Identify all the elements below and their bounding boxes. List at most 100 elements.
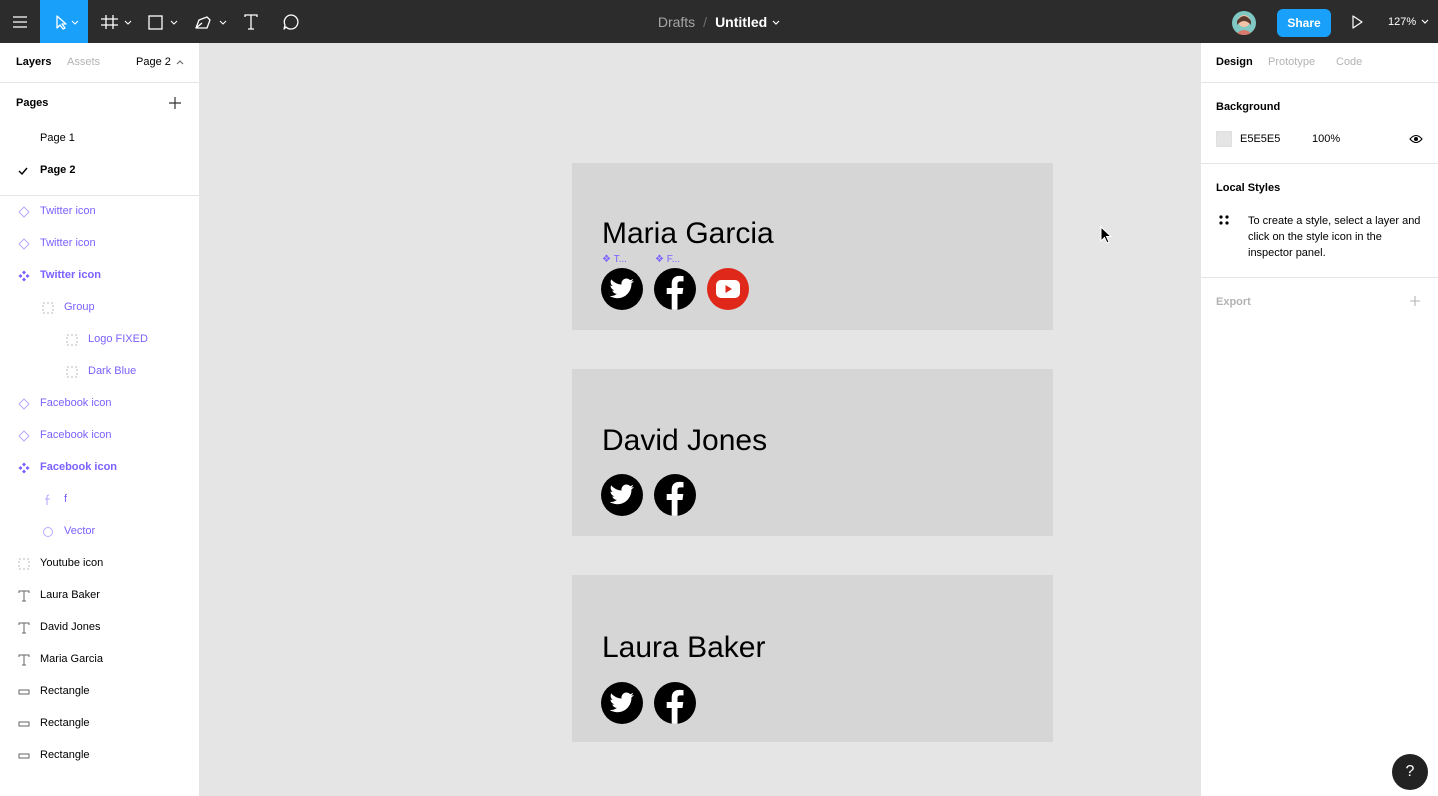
add-page-button[interactable] <box>168 96 184 112</box>
shape-tool-button[interactable] <box>142 0 182 43</box>
layer-label: Maria Garcia <box>40 653 103 665</box>
layer-row[interactable]: Twitter icon <box>0 196 199 228</box>
tab-design[interactable]: Design <box>1216 56 1253 68</box>
text-icon <box>18 654 30 666</box>
group-icon <box>42 302 54 314</box>
profile-card[interactable]: Maria Garcia ❖ T... ❖ F... <box>572 163 1053 330</box>
background-title: Background <box>1216 101 1281 113</box>
layer-row[interactable]: Youtube icon <box>0 548 199 580</box>
text-tool-button[interactable] <box>236 0 266 43</box>
page-switcher[interactable]: Page 2 <box>136 56 184 68</box>
eye-icon[interactable] <box>1409 133 1423 147</box>
layer-label: Facebook icon <box>40 461 118 473</box>
text-icon <box>18 622 30 634</box>
style-icon <box>1218 214 1230 229</box>
layer-row[interactable]: Vector <box>0 516 199 548</box>
layer-label: Laura Baker <box>40 589 100 601</box>
comment-icon <box>282 13 300 31</box>
layer-row[interactable]: Rectangle <box>0 676 199 708</box>
layer-row[interactable]: Maria Garcia <box>0 644 199 676</box>
add-export-button[interactable] <box>1409 295 1421 310</box>
tab-prototype[interactable]: Prototype <box>1268 56 1315 68</box>
chevron-down-icon <box>1421 16 1429 28</box>
mouse-cursor-icon <box>1100 225 1113 247</box>
local-styles-section: Local Styles To create a style, select a… <box>1201 164 1438 278</box>
layer-row[interactable]: Dark Blue <box>0 356 199 388</box>
zoom-level: 127% <box>1388 15 1417 28</box>
layer-label: Rectangle <box>40 685 90 697</box>
pen-icon <box>192 14 228 30</box>
layer-row[interactable]: Group <box>0 292 199 324</box>
breadcrumb-drafts-link[interactable]: Drafts <box>658 14 695 30</box>
layer-label: Rectangle <box>40 717 90 729</box>
youtube-icon[interactable] <box>707 268 749 310</box>
page-switcher-label: Page 2 <box>136 56 171 68</box>
rectangle-icon <box>18 718 30 730</box>
cursor-arrow-icon <box>49 14 79 30</box>
inspector-tabs: Design Prototype Code <box>1201 43 1438 83</box>
twitter-icon[interactable] <box>601 682 643 724</box>
tab-code[interactable]: Code <box>1336 56 1362 68</box>
layer-row[interactable]: Facebook icon <box>0 388 199 420</box>
layer-row[interactable]: f <box>0 484 199 516</box>
help-button[interactable]: ? <box>1392 754 1428 790</box>
main-menu-button[interactable] <box>0 0 40 43</box>
tab-assets[interactable]: Assets <box>67 56 100 68</box>
layer-row[interactable]: Rectangle <box>0 740 199 772</box>
layer-row[interactable]: Laura Baker <box>0 580 199 612</box>
facebook-icon[interactable] <box>654 682 696 724</box>
canvas[interactable]: Maria Garcia ❖ T... ❖ F... David Jones L… <box>200 43 1200 796</box>
card-name[interactable]: Maria Garcia <box>602 217 774 251</box>
layer-row[interactable]: Facebook icon <box>0 452 199 484</box>
pen-tool-button[interactable] <box>190 0 230 43</box>
background-hex-input[interactable]: E5E5E5 <box>1240 133 1280 145</box>
share-button[interactable]: Share <box>1277 9 1331 37</box>
page-item-page-1[interactable]: Page 1 <box>0 123 199 155</box>
user-avatar[interactable] <box>1232 11 1256 35</box>
card-name[interactable]: Laura Baker <box>602 631 765 665</box>
background-swatch[interactable] <box>1216 131 1232 147</box>
comment-tool-button[interactable] <box>276 0 306 43</box>
selection-tag-facebook: ❖ F... <box>655 254 681 265</box>
layer-label: Group <box>64 301 95 313</box>
selection-tag-label: F... <box>666 254 681 265</box>
layer-label: Twitter icon <box>40 269 101 281</box>
layer-label: Dark Blue <box>88 365 137 377</box>
background-opacity-input[interactable]: 100% <box>1312 133 1340 145</box>
twitter-icon[interactable] <box>601 474 643 516</box>
zoom-dropdown[interactable]: 127% <box>1388 0 1429 43</box>
layer-label: Facebook icon <box>40 429 112 441</box>
tab-layers[interactable]: Layers <box>16 56 51 68</box>
layer-label: Vector <box>64 525 96 537</box>
profile-card[interactable]: David Jones <box>572 369 1053 536</box>
frame-icon <box>98 14 134 30</box>
page-label: Page 1 <box>40 132 75 144</box>
file-title[interactable]: Untitled <box>715 14 767 30</box>
component-icon <box>18 270 30 282</box>
layer-row[interactable]: Twitter icon <box>0 260 199 292</box>
facebook-icon[interactable] <box>654 474 696 516</box>
twitter-icon[interactable] <box>601 268 643 310</box>
layer-label: Rectangle <box>40 749 90 761</box>
ellipse-icon <box>42 526 54 538</box>
layer-row[interactable]: Twitter icon <box>0 228 199 260</box>
layer-row[interactable]: Facebook icon <box>0 420 199 452</box>
layer-label: Twitter icon <box>40 237 96 249</box>
frame-tool-button[interactable] <box>96 0 136 43</box>
page-item-page-2[interactable]: Page 2 <box>0 155 199 187</box>
text-icon <box>18 590 30 602</box>
card-name[interactable]: David Jones <box>602 424 767 458</box>
text-tool-icon <box>243 13 259 30</box>
layer-row[interactable]: Logo FIXED <box>0 324 199 356</box>
layer-label: f <box>64 493 68 505</box>
move-tool-button[interactable] <box>40 0 88 43</box>
layer-row[interactable]: David Jones <box>0 612 199 644</box>
chevron-down-icon[interactable] <box>772 15 780 29</box>
layer-label: Logo FIXED <box>88 333 148 345</box>
facebook-icon[interactable] <box>654 268 696 310</box>
layer-row[interactable]: Rectangle <box>0 708 199 740</box>
profile-card[interactable]: Laura Baker <box>572 575 1053 742</box>
present-button[interactable] <box>1342 0 1372 43</box>
path-icon <box>42 494 54 506</box>
play-icon <box>1351 14 1363 29</box>
